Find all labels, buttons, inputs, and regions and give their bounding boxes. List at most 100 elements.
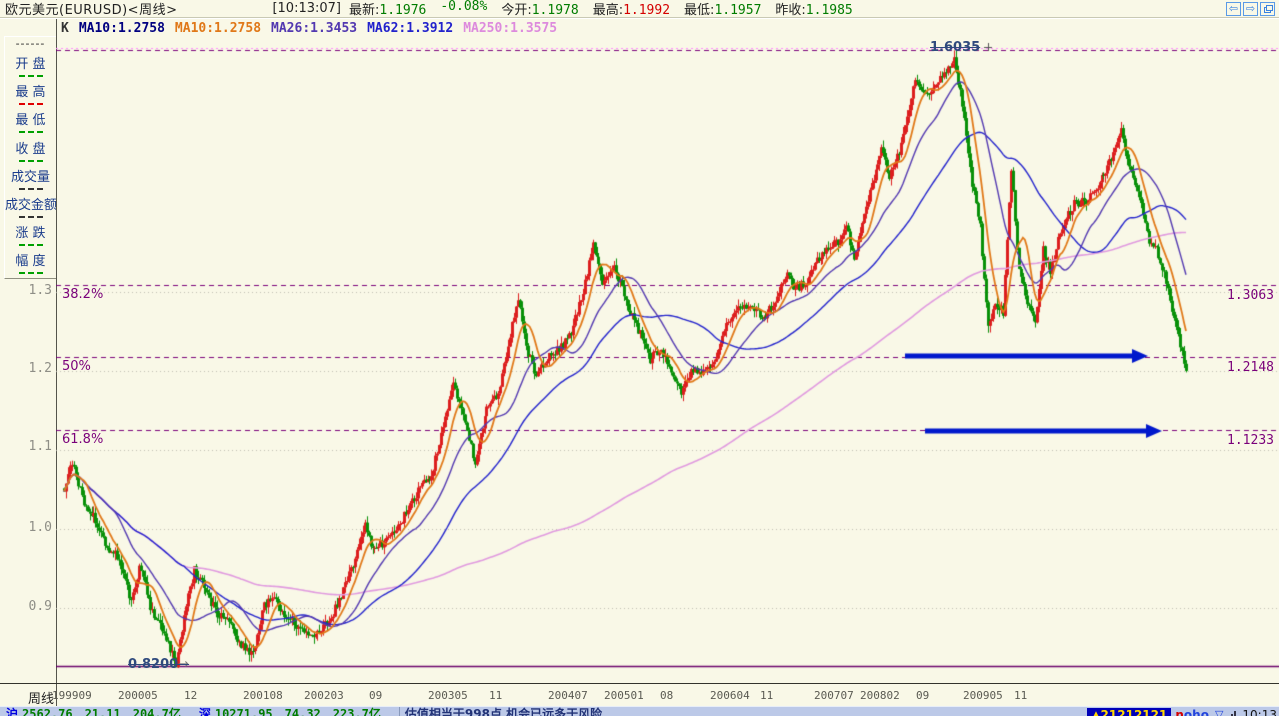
y-axis-tick-label: 1.2	[28, 361, 52, 376]
fib-bottom-price-label: 0.8200→	[128, 657, 189, 672]
x-axis-tick-label: 12	[184, 689, 198, 702]
shenzhen-index-value: 223.7亿	[332, 707, 381, 716]
status-bar: 沪 2562.76 21.11 204.7亿 深 10271.95 74.32 223.7亿 估…	[0, 706, 1279, 716]
x-axis-tick-label: 09	[916, 689, 930, 702]
quote-item: 最低:1.1957	[684, 0, 761, 18]
sidebar-item-6[interactable]: 涨 跌	[5, 226, 56, 246]
fib-pct-label: 61.8%	[62, 432, 104, 447]
sidebar-item-separator	[18, 75, 43, 78]
quote-values: 最新:1.1976 -0.08% 今开:1.1978 最高:1.1992 最低:1.19…	[349, 0, 867, 18]
sidebar-item-separator	[18, 131, 43, 134]
quote-item-value: 1.1957	[714, 3, 762, 18]
x-axis-tick-label: 200501	[604, 689, 644, 702]
ma-legend-item: MA62:1.3912	[367, 21, 454, 36]
x-axis-tick-label: 11	[760, 689, 774, 702]
counter-badge[interactable]: ▲21212121	[1087, 708, 1172, 716]
ma-legend: K MA10:1.2758 MA10:1.2758 MA26:1.3453 MA62:1…	[61, 21, 567, 36]
quote-item-label: 最新:	[349, 3, 380, 18]
quote-item: -0.08%	[440, 0, 487, 18]
fib-top-price-label: 1.6035	[930, 40, 981, 55]
sidebar-item-label: 最 低	[15, 113, 46, 129]
filter-icon[interactable]: ▽	[1215, 708, 1223, 716]
quote-item-label: 最低:	[684, 3, 715, 18]
sidebar-item-2[interactable]: 最 低	[5, 113, 56, 134]
quote-item-value: -0.08%	[440, 0, 488, 14]
forward-button-icon[interactable]: ⇨	[1243, 2, 1258, 16]
sidebar-item-separator	[18, 272, 43, 274]
x-axis-tick-label: 200407	[548, 689, 588, 702]
price-chart-canvas[interactable]	[56, 38, 1279, 686]
shanghai-index-value: 21.11	[84, 707, 121, 716]
shenzhen-index-label: 深	[198, 707, 211, 716]
sidebar-item-5[interactable]: 成交金额	[5, 197, 58, 218]
y-axis-tick-label: 1.3	[28, 283, 52, 298]
quote-item: 最新:1.1976	[349, 0, 426, 18]
restore-button-icon[interactable]	[1260, 2, 1275, 16]
sidebar-item-7[interactable]: 幅 度	[5, 254, 56, 274]
ma-legend-item: MA250:1.3575	[463, 21, 558, 36]
status-tray: ▲21212121 noho ▽ 10:13	[1087, 708, 1277, 716]
sidebar-item-label: 最 高	[15, 85, 46, 101]
fib-pct-label: 38.2%	[62, 287, 104, 302]
quote-item-value: 1.1992	[623, 3, 671, 18]
sidebar-top-dashes: ------	[15, 37, 46, 50]
shanghai-index-value: 2562.76	[22, 707, 73, 716]
x-axis-tick-label: 200005	[118, 689, 158, 702]
brand-label[interactable]: noho	[1175, 708, 1209, 716]
quote-item: 昨收:1.1985	[775, 0, 852, 18]
sidebar-item-label: 收 盘	[15, 141, 46, 157]
fib-pct-label: 50%	[62, 359, 91, 374]
x-axis-tick-label: 199909	[52, 689, 92, 702]
ma-legend-item: MA10:1.2758	[78, 21, 165, 36]
x-axis-tick-label: 11	[489, 689, 503, 702]
x-axis-tick-label: 200802	[860, 689, 900, 702]
sidebar-item-separator	[18, 159, 43, 162]
x-axis-tick-label: 09	[369, 689, 383, 702]
sidebar-item-label: 开 盘	[15, 57, 46, 73]
fib-price-label: 1.2148	[1227, 360, 1274, 375]
fib-bottom-price-value: 0.8200	[128, 657, 179, 672]
sidebar-item-separator	[18, 215, 43, 218]
news-ticker-text: 估值相当于998点 机会已远多于风险	[398, 707, 602, 716]
quote-item-value: 1.1985	[805, 3, 853, 18]
quote-item-label: 最高:	[592, 3, 624, 18]
signal-strength-icon[interactable]	[1228, 710, 1237, 716]
shenzhen-index-value: 10271.95	[214, 707, 273, 716]
quote-item-label: 今开:	[501, 3, 532, 18]
restore-square-front	[1266, 5, 1273, 11]
x-axis-tick-label: 200905	[963, 689, 1003, 702]
x-axis-tick-label: 200203	[304, 689, 344, 702]
x-axis-period-label[interactable]: 周线	[28, 688, 54, 707]
shanghai-index-value: 204.7亿	[132, 707, 181, 716]
quote-item: 最高:1.1992	[593, 0, 670, 18]
field-sidebar: ------ 开 盘最 高最 低收 盘成交量成交金额涨 跌幅 度	[4, 36, 57, 279]
window-buttons: ⇦ ⇨	[1226, 2, 1275, 16]
quote-item-value: 1.1976	[379, 3, 427, 18]
sidebar-item-label: 涨 跌	[15, 225, 46, 241]
sidebar-item-label: 成交量	[10, 169, 50, 185]
sidebar-item-3[interactable]: 收 盘	[5, 142, 56, 162]
k-line-legend-label: K	[61, 21, 69, 36]
sidebar-item-separator	[18, 243, 43, 246]
x-axis-tick-label: 200604	[710, 689, 750, 702]
x-axis-tick-label: 200305	[428, 689, 468, 702]
y-axis-tick-label: 0.9	[28, 599, 52, 614]
sidebar-item-separator	[18, 103, 43, 106]
quote-item-value: 1.1978	[531, 3, 579, 18]
back-button-icon[interactable]: ⇦	[1226, 2, 1241, 16]
fib-price-label: 1.3063	[1227, 288, 1274, 303]
x-axis-tick-label: 200707	[814, 689, 854, 702]
symbol-title: 欧元美元(EURUSD)<周线>	[5, 3, 178, 18]
shanghai-index-label: 沪	[6, 707, 19, 716]
status-clock: 10:13	[1242, 708, 1277, 716]
x-axis-tick-label: 11	[1014, 689, 1028, 702]
sidebar-item-1[interactable]: 最 高	[5, 85, 56, 106]
fib-price-label: 1.1233	[1227, 433, 1274, 448]
trading-app-window: 欧元美元(EURUSD)<周线> [10:13:07] 最新:1.1976 -0.…	[0, 0, 1279, 716]
y-axis-tick-label: 1.0	[28, 520, 52, 535]
sidebar-item-label: 成交金额	[5, 197, 58, 213]
shenzhen-index-value: 74.32	[284, 707, 321, 716]
sidebar-item-0[interactable]: 开 盘	[5, 57, 56, 78]
quote-item-label: 昨收:	[775, 3, 806, 18]
sidebar-item-4[interactable]: 成交量	[5, 170, 56, 190]
